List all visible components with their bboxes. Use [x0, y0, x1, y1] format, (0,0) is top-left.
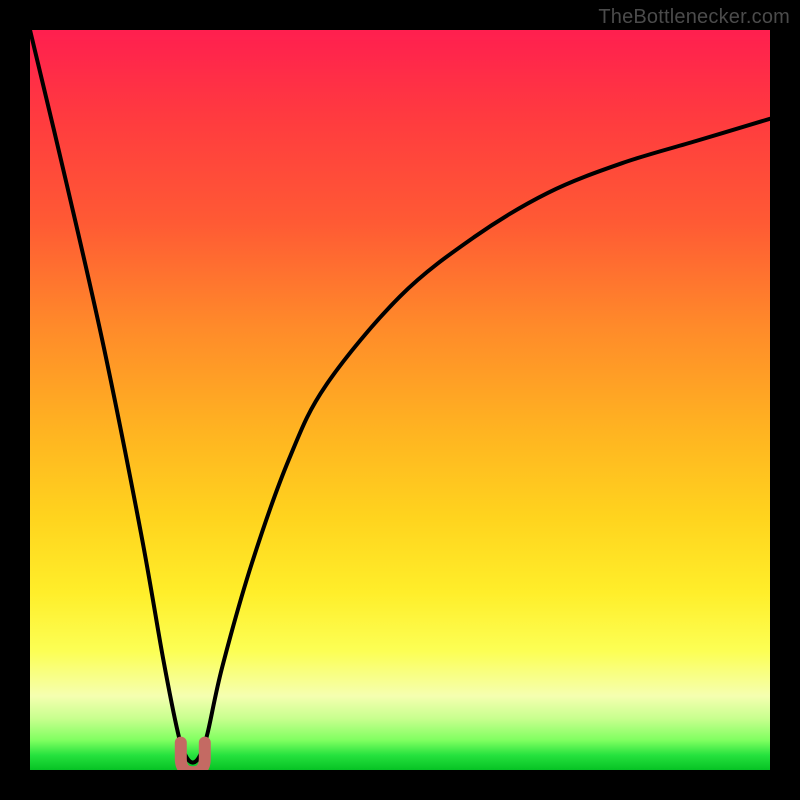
plot-area	[30, 30, 770, 770]
chart-frame: TheBottlenecker.com	[0, 0, 800, 800]
curve-layer	[30, 30, 770, 770]
min-marker	[181, 743, 205, 770]
watermark-text: TheBottlenecker.com	[598, 6, 790, 29]
series-bottleneck-curve	[30, 30, 770, 763]
